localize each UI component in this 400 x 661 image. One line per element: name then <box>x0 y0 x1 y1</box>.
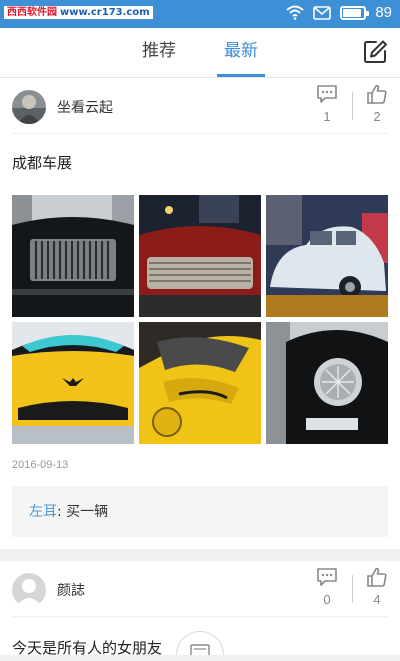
username[interactable]: 坐看云起 <box>57 97 113 117</box>
divider <box>352 575 353 603</box>
comment-button[interactable]: 0 <box>313 567 341 607</box>
post-card: 坐看云起 1 2 成都车展 2016-09-13 左耳: 买一辆 <box>0 78 400 549</box>
thumbs-up-icon <box>367 84 387 104</box>
photo-black-car-headlight[interactable] <box>266 322 388 444</box>
floating-button[interactable] <box>176 631 224 655</box>
comment-list: 左耳: 买一辆 <box>12 486 388 537</box>
avatar[interactable] <box>12 90 46 124</box>
photo-red-classic-car[interactable] <box>139 195 261 317</box>
comment-count: 1 <box>323 109 331 124</box>
wifi-icon <box>286 5 304 20</box>
like-button[interactable]: 4 <box>363 567 391 607</box>
tab-recommend[interactable]: 推荐 <box>138 28 180 78</box>
avatar[interactable] <box>12 573 46 607</box>
photo-yellow-sports-car-front[interactable] <box>12 322 134 444</box>
like-button[interactable]: 2 <box>363 84 391 124</box>
post-date: 2016-09-13 <box>12 459 69 471</box>
comment-count: 0 <box>323 592 331 607</box>
post-text: 成都车展 <box>12 154 73 172</box>
comment-button[interactable]: 1 <box>313 84 341 124</box>
tab-latest[interactable]: 最新 <box>217 28 265 78</box>
username[interactable]: 颜誌 <box>57 580 85 600</box>
edit-icon <box>190 644 210 655</box>
photo-black-limousine[interactable] <box>12 195 134 317</box>
battery-icon <box>340 5 370 20</box>
like-count: 4 <box>373 592 381 607</box>
mail-icon <box>313 5 332 20</box>
watermark-logo: 西西软件园 www.cr173.com <box>4 6 153 19</box>
photo-yellow-sports-car-side[interactable] <box>139 322 261 444</box>
photo-white-vintage-car[interactable] <box>266 195 388 317</box>
status-bar: 西西软件园 www.cr173.com 89 <box>0 0 400 28</box>
battery-level: 89 <box>375 4 392 21</box>
edit-icon[interactable] <box>362 39 388 65</box>
comment-author[interactable]: 左耳 <box>29 504 57 520</box>
watermark-name: 西西软件园 <box>7 7 57 18</box>
comment-separator: : <box>57 504 67 520</box>
comment-icon <box>317 568 337 586</box>
like-count: 2 <box>373 109 381 124</box>
top-nav: 推荐 最新 <box>0 28 400 78</box>
divider <box>352 92 353 120</box>
watermark-url: www.cr173.com <box>60 7 150 18</box>
comment-icon <box>317 85 337 103</box>
post-card: 颜誌 0 4 今天是所有人的女朋友 <box>0 561 400 655</box>
thumbs-up-icon <box>367 567 387 587</box>
comment-text: 买一辆 <box>66 504 109 520</box>
photo-grid <box>0 195 400 444</box>
